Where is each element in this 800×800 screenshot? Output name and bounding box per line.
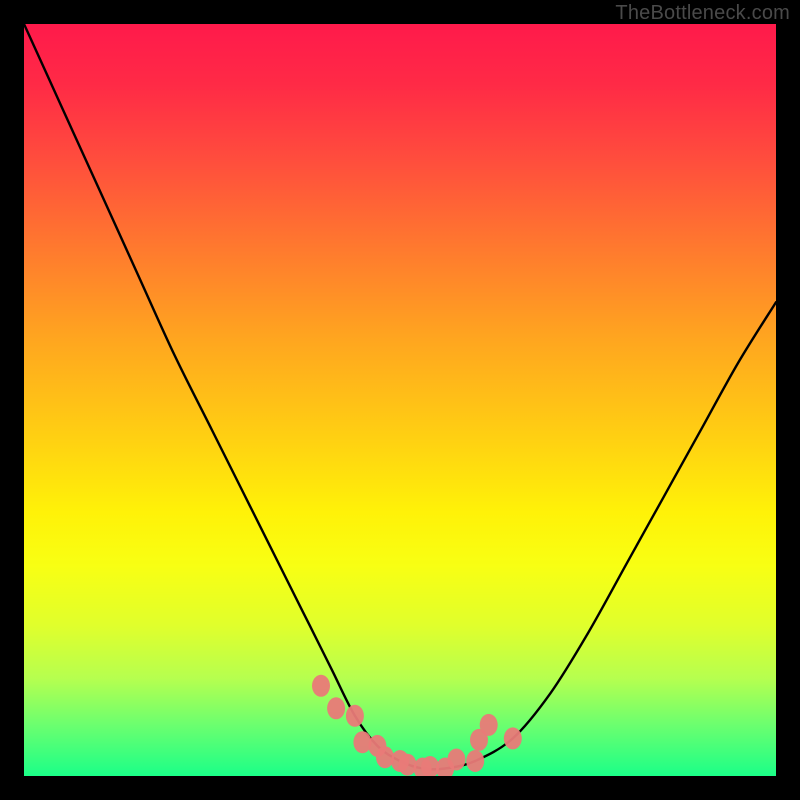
plot-area (24, 24, 776, 776)
chart-frame: TheBottleneck.com (0, 0, 800, 800)
curve-line (24, 24, 776, 769)
marker-dot (327, 697, 345, 719)
marker-dot (346, 705, 364, 727)
marker-dot (376, 746, 394, 768)
marker-dot (312, 675, 330, 697)
marker-dot (480, 714, 498, 736)
marker-dot (466, 750, 484, 772)
marker-dot (353, 731, 371, 753)
watermark-text: TheBottleneck.com (615, 2, 790, 25)
marker-dot (504, 727, 522, 749)
bottleneck-curve (24, 24, 776, 776)
marker-dot (447, 749, 465, 771)
marker-dot (399, 754, 417, 776)
